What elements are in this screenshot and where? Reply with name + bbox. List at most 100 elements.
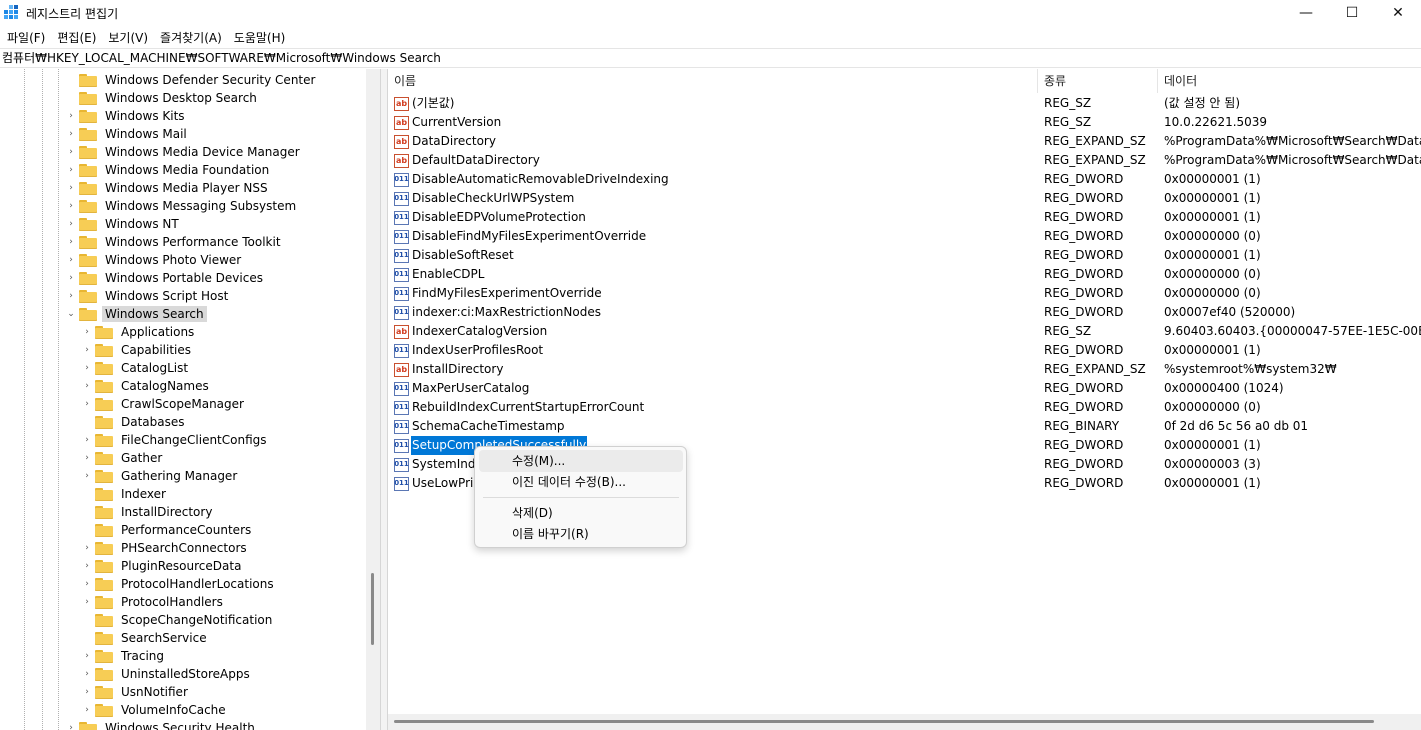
value-row[interactable]: ab IndexerCatalogVersion REG_SZ 9.60403.604…: [388, 322, 1421, 341]
chevron-down-icon[interactable]: ⌄: [66, 305, 76, 323]
tree-item[interactable]: › Windows Security Health: [66, 719, 258, 730]
tree-item[interactable]: › Windows Performance Toolkit: [66, 233, 284, 251]
tree-item[interactable]: Windows Defender Security Center: [66, 71, 318, 89]
values-list[interactable]: 이름 종류 데이터 ab (기본값) REG_SZ (값 설정 안 됨) ab Curre…: [388, 69, 1421, 730]
chevron-right-icon[interactable]: ›: [82, 683, 92, 701]
value-row[interactable]: 011 EnableCDPL REG_DWORD 0x00000000 (0): [388, 265, 1421, 284]
tree-item[interactable]: › CrawlScopeManager: [82, 395, 247, 413]
value-row[interactable]: 011 MaxPerUserCatalog REG_DWORD 0x00000400 …: [388, 379, 1421, 398]
value-row[interactable]: 011 indexer:ci:MaxRestrictionNodes REG_DWO…: [388, 303, 1421, 322]
value-row[interactable]: 011 DisableSoftReset REG_DWORD 0x00000001 (…: [388, 246, 1421, 265]
column-header-name[interactable]: 이름: [388, 69, 1038, 93]
tree-item[interactable]: › UninstalledStoreApps: [82, 665, 253, 683]
registry-tree[interactable]: Windows Defender Security Center Windows …: [0, 69, 380, 730]
chevron-right-icon[interactable]: ›: [66, 215, 76, 233]
pane-splitter[interactable]: [380, 69, 388, 730]
value-row[interactable]: 011 DisableAutomaticRemovableDriveIndexin…: [388, 170, 1421, 189]
chevron-right-icon[interactable]: ›: [82, 449, 92, 467]
tree-item[interactable]: SearchService: [82, 629, 210, 647]
chevron-right-icon[interactable]: ›: [66, 125, 76, 143]
chevron-right-icon[interactable]: ›: [82, 647, 92, 665]
chevron-right-icon[interactable]: ›: [66, 107, 76, 125]
menu-item-delete[interactable]: 삭제(D): [479, 502, 683, 524]
menu-item-modify-binary[interactable]: 이진 데이터 수정(B)...: [479, 471, 683, 493]
value-row[interactable]: ab InstallDirectory REG_EXPAND_SZ %systemro…: [388, 360, 1421, 379]
chevron-right-icon[interactable]: ›: [82, 575, 92, 593]
value-row[interactable]: ab DefaultDataDirectory REG_EXPAND_SZ %Prog…: [388, 151, 1421, 170]
chevron-right-icon[interactable]: ›: [82, 323, 92, 341]
tree-item[interactable]: › CatalogNames: [82, 377, 212, 395]
tree-item[interactable]: › ProtocolHandlers: [82, 593, 226, 611]
tree-item[interactable]: › PHSearchConnectors: [82, 539, 250, 557]
menu-edit[interactable]: 편집(E): [52, 27, 101, 48]
tree-item[interactable]: › Windows Portable Devices: [66, 269, 266, 287]
minimize-button[interactable]: —: [1283, 0, 1329, 26]
chevron-right-icon[interactable]: ›: [82, 539, 92, 557]
chevron-right-icon[interactable]: ›: [66, 179, 76, 197]
tree-item[interactable]: › Windows Messaging Subsystem: [66, 197, 299, 215]
tree-item[interactable]: › Gather: [82, 449, 165, 467]
tree-item[interactable]: › UsnNotifier: [82, 683, 191, 701]
value-row[interactable]: 011 RebuildIndexCurrentStartupErrorCount R…: [388, 398, 1421, 417]
chevron-right-icon[interactable]: ›: [82, 557, 92, 575]
chevron-right-icon[interactable]: ›: [82, 395, 92, 413]
chevron-right-icon[interactable]: ›: [82, 593, 92, 611]
tree-item[interactable]: › Applications: [82, 323, 197, 341]
tree-item[interactable]: › Gathering Manager: [82, 467, 240, 485]
menu-favorites[interactable]: 즐겨찾기(A): [155, 27, 227, 48]
chevron-right-icon[interactable]: ›: [82, 359, 92, 377]
menu-help[interactable]: 도움말(H): [229, 27, 291, 48]
chevron-right-icon[interactable]: ›: [82, 467, 92, 485]
value-row[interactable]: ab DataDirectory REG_EXPAND_SZ %ProgramData…: [388, 132, 1421, 151]
menu-item-rename[interactable]: 이름 바꾸기(R): [479, 523, 683, 545]
menu-view[interactable]: 보기(V): [103, 27, 153, 48]
chevron-right-icon[interactable]: ›: [66, 233, 76, 251]
tree-item[interactable]: › ProtocolHandlerLocations: [82, 575, 277, 593]
chevron-right-icon[interactable]: ›: [82, 377, 92, 395]
maximize-button[interactable]: ☐: [1329, 0, 1375, 26]
chevron-right-icon[interactable]: ›: [66, 143, 76, 161]
tree-item[interactable]: › Tracing: [82, 647, 167, 665]
chevron-right-icon[interactable]: ›: [66, 287, 76, 305]
value-row[interactable]: ab (기본값) REG_SZ (값 설정 안 됨): [388, 94, 1421, 113]
tree-item[interactable]: ScopeChangeNotification: [82, 611, 275, 629]
list-horizontal-scrollbar[interactable]: [388, 714, 1421, 730]
tree-item[interactable]: › PluginResourceData: [82, 557, 244, 575]
value-row[interactable]: 011 DisableCheckUrlWPSystem REG_DWORD 0x000…: [388, 189, 1421, 208]
menu-item-modify[interactable]: 수정(M)...: [479, 450, 683, 472]
address-bar[interactable]: 컴퓨터₩HKEY_LOCAL_MACHINE₩SOFTWARE₩Microsof…: [0, 48, 1421, 68]
chevron-right-icon[interactable]: ›: [66, 269, 76, 287]
tree-item[interactable]: Indexer: [82, 485, 169, 503]
value-row[interactable]: 011 SchemaCacheTimestamp REG_BINARY 0f 2d d…: [388, 417, 1421, 436]
tree-item[interactable]: ⌄ Windows Search: [66, 305, 207, 323]
tree-item[interactable]: › Windows Photo Viewer: [66, 251, 244, 269]
value-row[interactable]: 011 IndexUserProfilesRoot REG_DWORD 0x00000…: [388, 341, 1421, 360]
tree-scrollbar[interactable]: [366, 69, 380, 730]
chevron-right-icon[interactable]: ›: [66, 719, 76, 730]
tree-item[interactable]: › Windows Mail: [66, 125, 190, 143]
chevron-right-icon[interactable]: ›: [82, 665, 92, 683]
tree-item[interactable]: › Windows Kits: [66, 107, 188, 125]
tree-item[interactable]: › Capabilities: [82, 341, 194, 359]
column-header-data[interactable]: 데이터: [1158, 69, 1421, 93]
chevron-right-icon[interactable]: ›: [82, 341, 92, 359]
tree-item[interactable]: › Windows Media Player NSS: [66, 179, 271, 197]
tree-item[interactable]: PerformanceCounters: [82, 521, 254, 539]
chevron-right-icon[interactable]: ›: [66, 197, 76, 215]
tree-item[interactable]: › CatalogList: [82, 359, 191, 377]
list-scrollbar-thumb[interactable]: [394, 720, 1374, 723]
tree-item[interactable]: › FileChangeClientConfigs: [82, 431, 270, 449]
close-button[interactable]: ✕: [1375, 0, 1421, 26]
value-row[interactable]: 011 DisableFindMyFilesExperimentOverride R…: [388, 227, 1421, 246]
value-row[interactable]: ab CurrentVersion REG_SZ 10.0.22621.5039: [388, 113, 1421, 132]
tree-item[interactable]: › Windows Media Foundation: [66, 161, 272, 179]
value-row[interactable]: 011 FindMyFilesExperimentOverride REG_DWOR…: [388, 284, 1421, 303]
value-row[interactable]: 011 DisableEDPVolumeProtection REG_DWORD 0x…: [388, 208, 1421, 227]
tree-item[interactable]: Databases: [82, 413, 188, 431]
menu-file[interactable]: 파일(F): [2, 27, 50, 48]
tree-item[interactable]: › Windows Script Host: [66, 287, 231, 305]
tree-scrollbar-thumb[interactable]: [371, 573, 374, 645]
chevron-right-icon[interactable]: ›: [66, 161, 76, 179]
tree-item[interactable]: › VolumeInfoCache: [82, 701, 229, 719]
tree-item[interactable]: InstallDirectory: [82, 503, 215, 521]
